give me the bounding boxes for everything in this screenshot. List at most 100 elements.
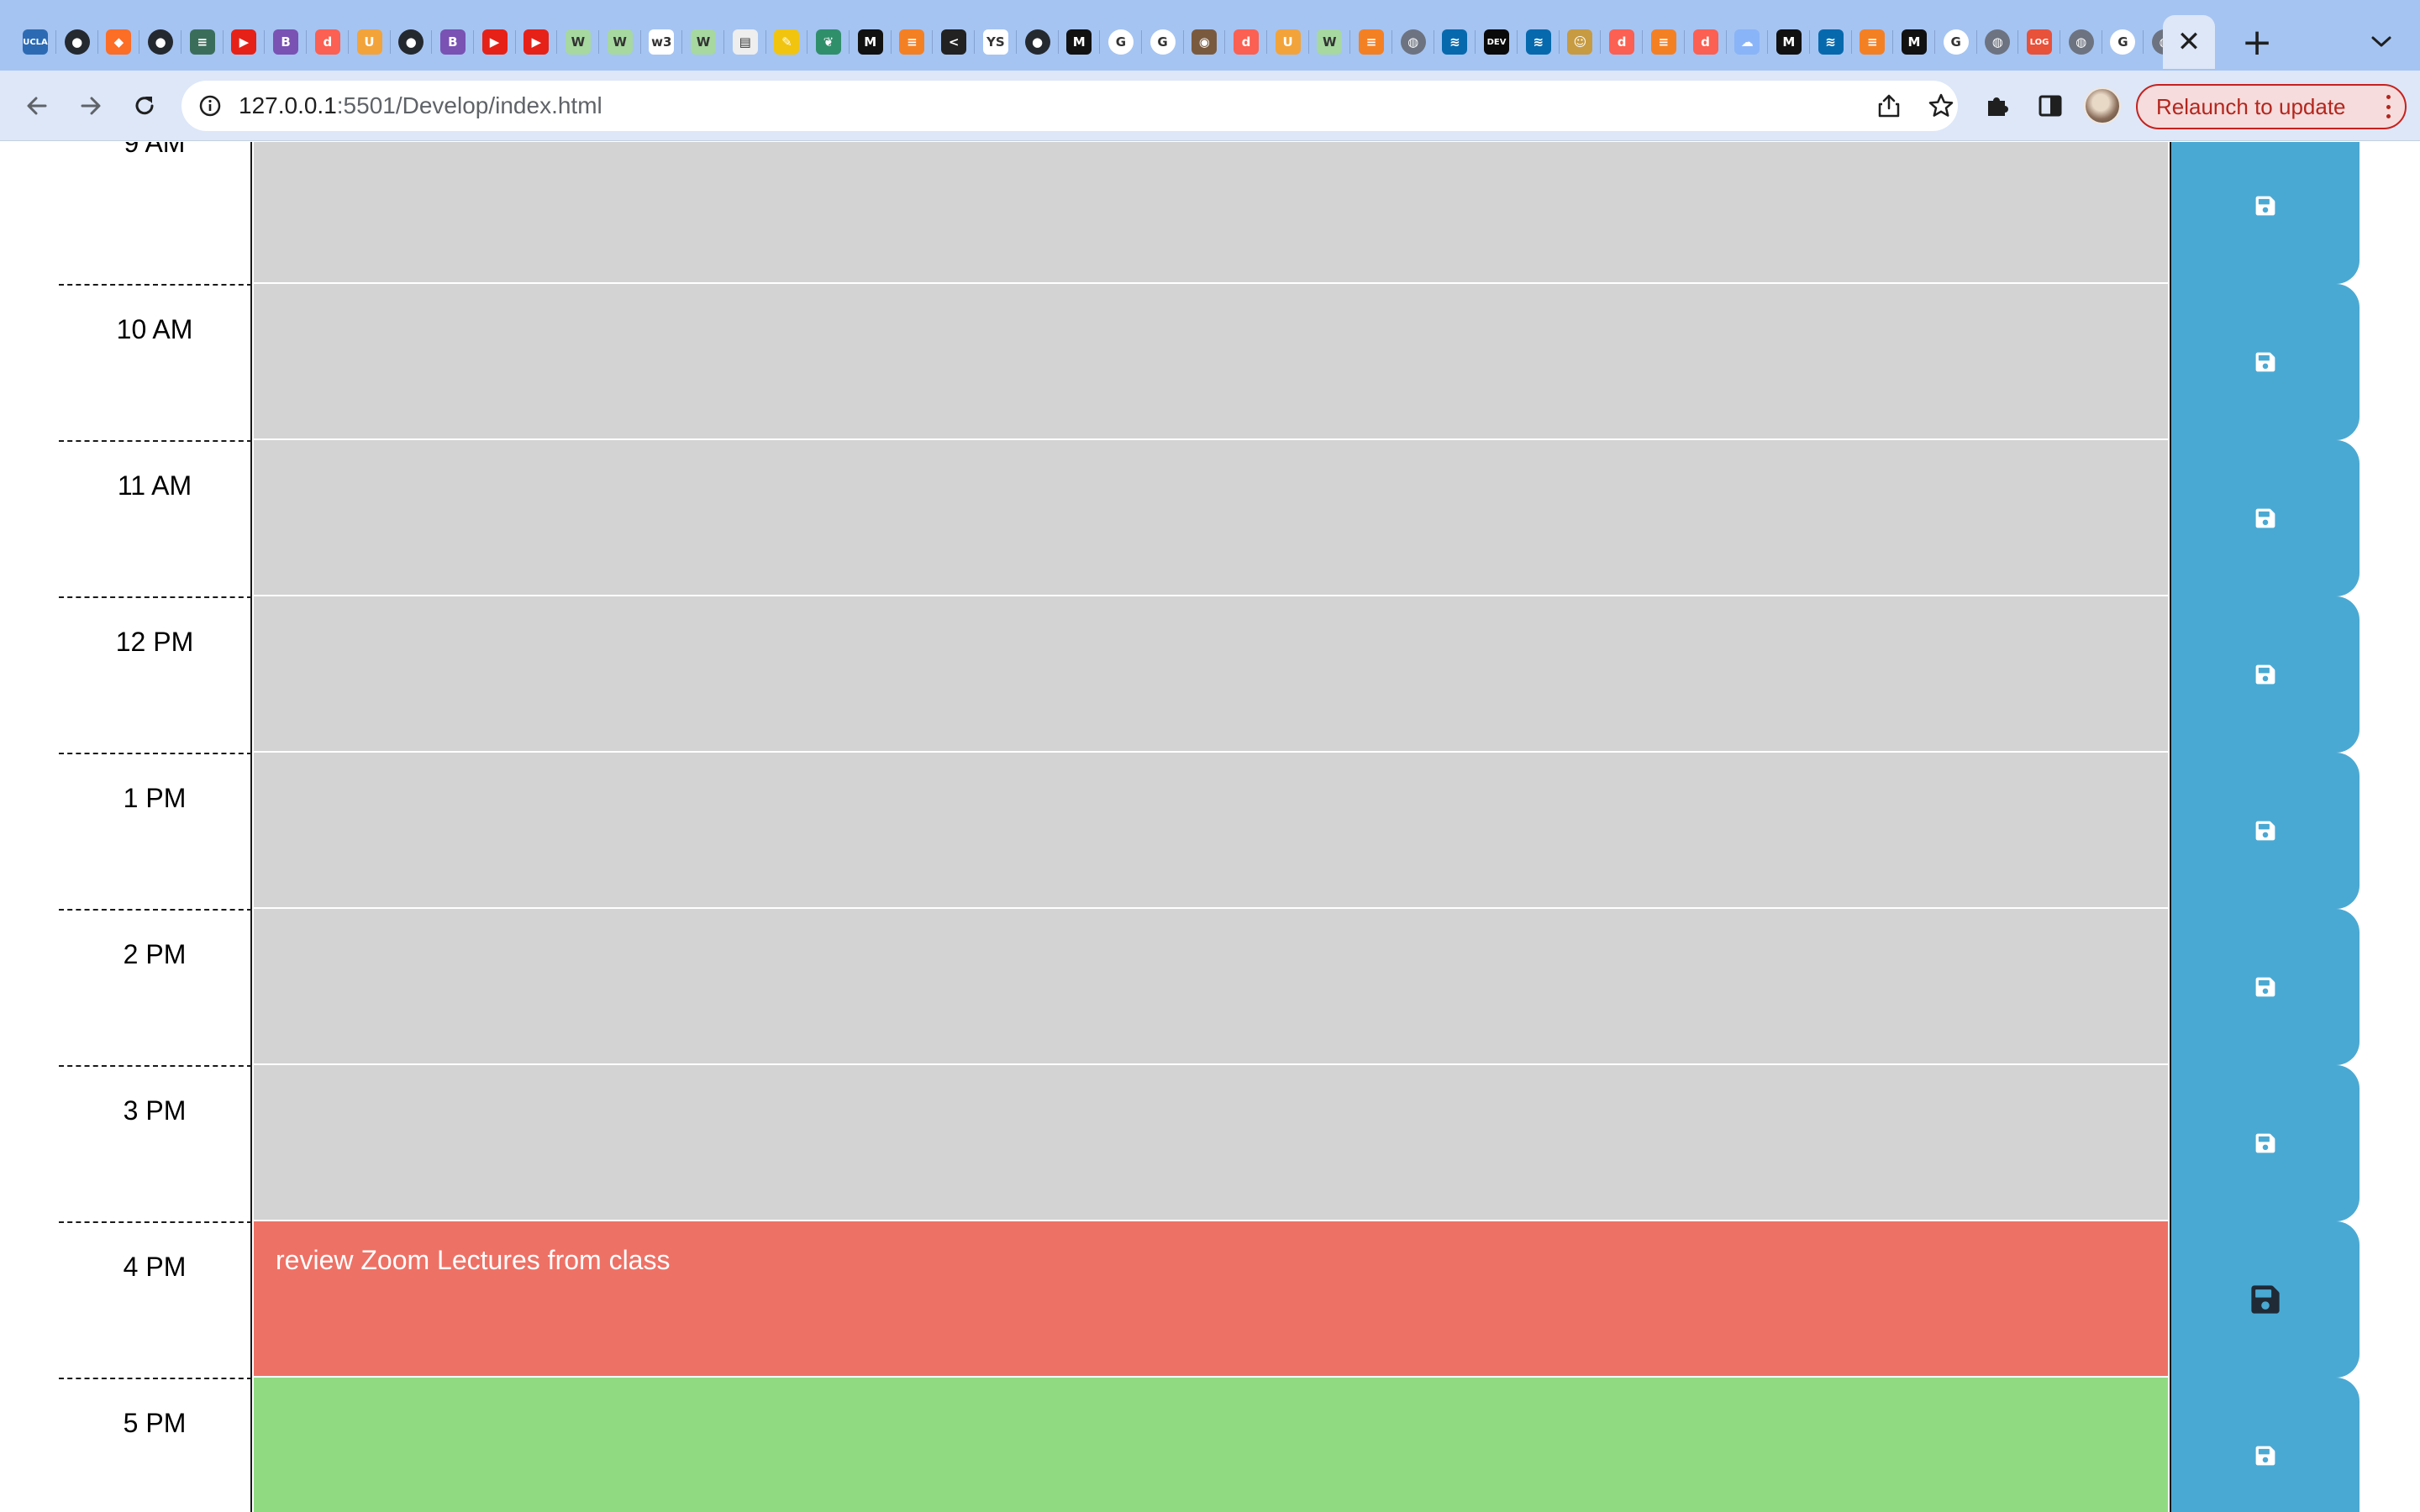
hour-label: 12 PM: [59, 596, 252, 753]
globe-icon: ◍: [1400, 29, 1426, 55]
save-button[interactable]: [2170, 1065, 2360, 1221]
pinned-tab[interactable]: M: [850, 22, 892, 62]
new-tab-button[interactable]: +: [2235, 20, 2279, 64]
medium-icon: M: [1776, 29, 1802, 55]
pinned-tab[interactable]: ●: [391, 22, 433, 62]
pinned-tab[interactable]: YS: [976, 22, 1017, 62]
pinned-tab[interactable]: ◍: [1393, 22, 1434, 62]
event-description-textarea[interactable]: [254, 1065, 2168, 1221]
pinned-tab[interactable]: ≡: [1644, 22, 1685, 62]
pinned-tab[interactable]: ≋: [1434, 22, 1476, 62]
stack-icon: ≡: [1650, 29, 1676, 55]
pinned-tab[interactable]: ≡: [892, 22, 934, 62]
pinned-tab[interactable]: B: [266, 22, 308, 62]
time-block-row: 2 PM: [59, 909, 2360, 1065]
pinned-tab[interactable]: W: [600, 22, 641, 62]
pinned-tab[interactable]: ☁: [1727, 22, 1769, 62]
pinned-tab[interactable]: ◍: [1977, 22, 2019, 62]
pinned-tab[interactable]: DEV: [1476, 22, 1518, 62]
url-text[interactable]: 127.0.0.1:5501/Develop/index.html: [239, 92, 602, 119]
pinned-tab[interactable]: ▶: [475, 22, 516, 62]
save-button[interactable]: [2170, 909, 2360, 1065]
menu-kebab-icon[interactable]: [2385, 95, 2391, 118]
pinned-tab[interactable]: W: [1309, 22, 1351, 62]
event-description-textarea[interactable]: [254, 440, 2168, 596]
pinned-tab[interactable]: w3: [641, 22, 683, 62]
pinned-tab[interactable]: ●: [140, 22, 182, 62]
pinned-tab[interactable]: G: [1101, 22, 1142, 62]
pinned-tab[interactable]: W: [558, 22, 599, 62]
gitlab-icon: ◆: [106, 29, 132, 55]
bookmark-star-icon[interactable]: [1926, 91, 1956, 121]
pinned-tab[interactable]: ●: [57, 22, 98, 62]
tab-search-chevron-icon[interactable]: [2361, 22, 2402, 62]
side-panel-icon[interactable]: [2028, 84, 2072, 128]
share-icon[interactable]: [1874, 91, 1904, 121]
floppy-disk-icon: [2255, 1446, 2275, 1466]
event-description-textarea[interactable]: [254, 284, 2168, 440]
pinned-tab[interactable]: ≡: [182, 22, 224, 62]
event-description-textarea[interactable]: [254, 1378, 2168, 1512]
forward-arrow-icon[interactable]: [69, 84, 113, 128]
youtube-icon: ▶: [523, 29, 550, 55]
pinned-tab[interactable]: ≋: [1518, 22, 1560, 62]
pinned-tab[interactable]: ◉: [1184, 22, 1226, 62]
pinned-tab[interactable]: ≋: [1811, 22, 1852, 62]
w3schools-icon: w3: [649, 29, 675, 55]
pinned-tab[interactable]: ✎: [766, 22, 808, 62]
pinned-tab[interactable]: <: [934, 22, 976, 62]
pinned-tab[interactable]: M: [1059, 22, 1101, 62]
pinned-tab[interactable]: d: [1602, 22, 1644, 62]
pinned-tab[interactable]: W: [683, 22, 724, 62]
pinned-tab[interactable]: LOG: [2019, 22, 2060, 62]
pinned-tab[interactable]: ≡: [1351, 22, 1392, 62]
save-button[interactable]: [2170, 1221, 2360, 1378]
pinned-tab[interactable]: B: [433, 22, 474, 62]
event-description-textarea[interactable]: [254, 596, 2168, 753]
save-button[interactable]: [2170, 284, 2360, 440]
github-icon: ●: [398, 29, 424, 55]
pinned-tab[interactable]: ❦: [808, 22, 850, 62]
time-block-row: 9 AM: [59, 142, 2360, 284]
browser-toolbar: 127.0.0.1:5501/Develop/index.html Relaun…: [0, 71, 2420, 141]
event-description-textarea[interactable]: [254, 909, 2168, 1065]
close-tab-icon[interactable]: ✕: [2177, 28, 2202, 56]
pinned-tab[interactable]: ◆: [98, 22, 140, 62]
active-tab[interactable]: ✕: [2163, 15, 2215, 69]
pinned-tab[interactable]: M: [1894, 22, 1935, 62]
save-button[interactable]: [2170, 142, 2360, 284]
save-button[interactable]: [2170, 440, 2360, 596]
pinned-tab[interactable]: d: [1226, 22, 1267, 62]
google-icon: G: [1150, 29, 1176, 55]
pinned-tab[interactable]: d: [1686, 22, 1727, 62]
pinned-tab[interactable]: ▶: [224, 22, 266, 62]
save-button[interactable]: [2170, 596, 2360, 753]
pinned-tab[interactable]: ●: [1018, 22, 1059, 62]
pinned-tab[interactable]: ◍: [2061, 22, 2102, 62]
save-button[interactable]: [2170, 1378, 2360, 1512]
pinned-tab[interactable]: ☺: [1560, 22, 1602, 62]
pinned-tab[interactable]: ▶: [516, 22, 558, 62]
back-arrow-icon[interactable]: [15, 84, 59, 128]
pinned-tab[interactable]: G: [1143, 22, 1184, 62]
pinned-tab[interactable]: G: [2102, 22, 2144, 62]
pinned-tab[interactable]: UCLA: [15, 22, 56, 62]
event-description-textarea[interactable]: [254, 753, 2168, 909]
pinned-tab[interactable]: ▤: [725, 22, 766, 62]
event-description-textarea[interactable]: review Zoom Lectures from class: [254, 1221, 2168, 1378]
extensions-puzzle-icon[interactable]: [1975, 84, 2018, 128]
save-button[interactable]: [2170, 753, 2360, 909]
medium-icon: M: [857, 29, 883, 55]
pinned-tab[interactable]: d: [308, 22, 349, 62]
pinned-tab[interactable]: ≡: [1852, 22, 1894, 62]
pinned-tab[interactable]: M: [1769, 22, 1810, 62]
event-description-textarea[interactable]: [254, 142, 2168, 284]
pinned-tab[interactable]: U: [350, 22, 391, 62]
pinned-tab[interactable]: G: [1936, 22, 1977, 62]
site-info-icon[interactable]: [197, 92, 224, 119]
pinned-tab[interactable]: U: [1268, 22, 1309, 62]
reload-icon[interactable]: [123, 84, 166, 128]
profile-avatar[interactable]: [2084, 87, 2121, 124]
address-bar[interactable]: 127.0.0.1:5501/Develop/index.html: [182, 81, 1958, 131]
relaunch-to-update-button[interactable]: Relaunch to update: [2136, 84, 2407, 129]
